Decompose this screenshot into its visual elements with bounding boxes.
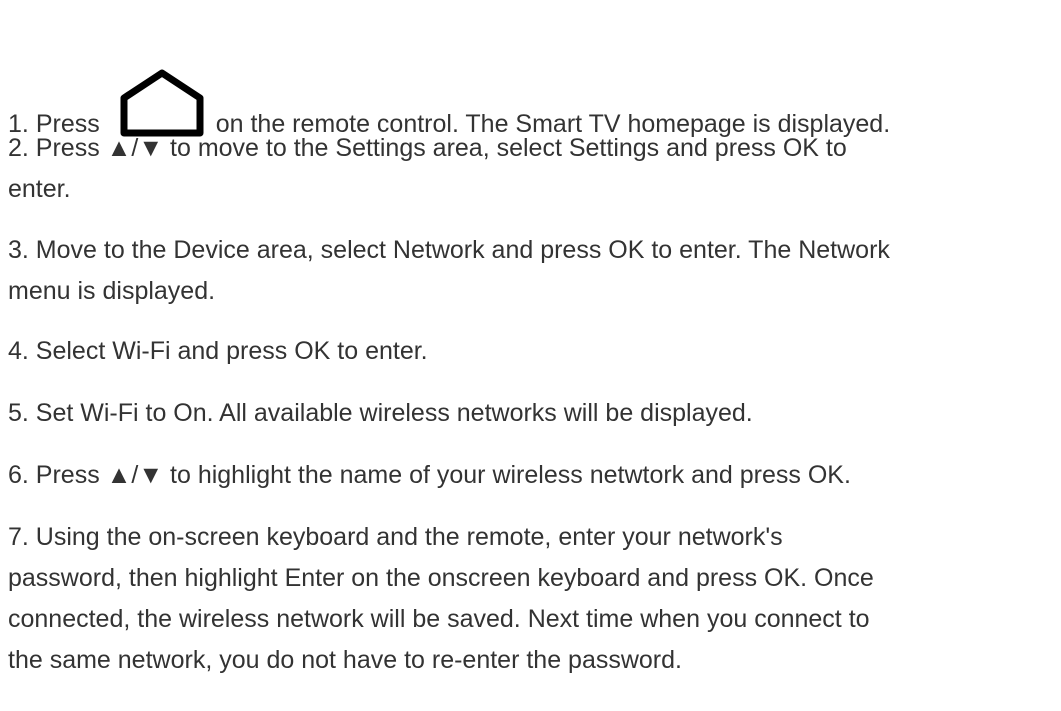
step-7-line-3: connected, the wireless network will be … [8,605,870,633]
step-2: 2. Press ▲/▼ to move to the Settings are… [8,128,847,210]
instructions-document: 1. Press on the remote control. The Smart… [0,0,1061,711]
step-3: 3. Move to the Device area, select Netwo… [8,230,890,312]
step-2-line-1: 2. Press ▲/▼ to move to the Settings are… [8,134,847,162]
step-4: 4. Select Wi-Fi and press OK to enter. [8,331,428,372]
step-6: 6. Press ▲/▼ to highlight the name of yo… [8,455,851,496]
step-3-line-1: 3. Move to the Device area, select Netwo… [8,236,890,264]
step-2-line-2: enter. [8,175,71,203]
step-7-line-2: password, then highlight Enter on the on… [8,564,874,592]
step-3-line-2: menu is displayed. [8,277,216,305]
step-7: 7. Using the on-screen keyboard and the … [8,517,874,681]
step-6-line-1: 6. Press ▲/▼ to highlight the name of yo… [8,461,851,489]
step-7-line-4: the same network, you do not have to re-… [8,646,682,674]
step-7-line-1: 7. Using the on-screen keyboard and the … [8,523,783,551]
step-4-line-1: 4. Select Wi-Fi and press OK to enter. [8,337,428,365]
step-5: 5. Set Wi-Fi to On. All available wirele… [8,393,753,434]
step-5-line-1: 5. Set Wi-Fi to On. All available wirele… [8,399,753,427]
